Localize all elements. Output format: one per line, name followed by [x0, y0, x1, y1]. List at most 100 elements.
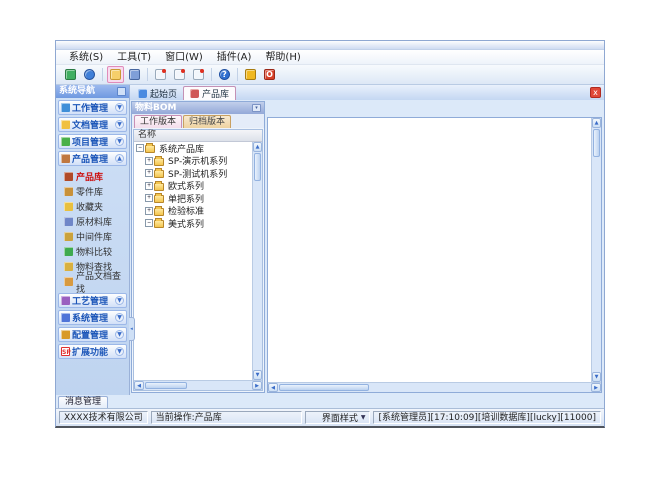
- close-tab-button[interactable]: x: [590, 87, 601, 98]
- expand-icon[interactable]: +: [145, 157, 153, 165]
- tree-vertical-scrollbar[interactable]: ▲ ▼: [252, 142, 262, 380]
- sidebar-section-document-management[interactable]: 文档管理▼: [58, 117, 127, 132]
- menu-item-3[interactable]: 窗口(W): [158, 51, 210, 64]
- expand-icon[interactable]: +: [145, 207, 153, 215]
- tab-product-library[interactable]: 产品库: [183, 86, 236, 100]
- sidebar-item-intermediate-library[interactable]: 中间件库: [62, 229, 127, 244]
- main-content: 系统导航 工作管理▼文档管理▼项目管理▼产品管理▲产品库零件库收藏夹原材料库中间…: [56, 85, 604, 395]
- folder-icon: [154, 170, 164, 178]
- table-horizontal-scrollbar[interactable]: ◀ ▶: [268, 382, 601, 392]
- bom-version-tabs: 工作版本归档版本: [132, 114, 264, 128]
- menu-item-4[interactable]: 插件(A): [210, 51, 259, 64]
- chevron-down-icon[interactable]: ▼: [115, 313, 124, 322]
- sidebar-item-raw-material-library[interactable]: 原材料库: [62, 214, 127, 229]
- message-manager-tab[interactable]: 消息管理: [58, 396, 108, 408]
- sidebar-item-product-doc-search[interactable]: 产品文档查找: [62, 274, 127, 289]
- folder-icon: [154, 158, 164, 166]
- close-form-icon: [193, 69, 204, 80]
- scroll-left-icon[interactable]: ◀: [134, 381, 144, 390]
- collapse-icon[interactable]: −: [145, 219, 153, 227]
- chevron-down-icon[interactable]: ▼: [115, 330, 124, 339]
- sidebar-item-material-compare[interactable]: 物料比较: [62, 244, 127, 259]
- chevron-down-icon[interactable]: ▼: [115, 137, 124, 146]
- sidebar-section-extended-functions[interactable]: SP扩展功能▼: [58, 344, 127, 359]
- sidebar-item-favorites[interactable]: 收藏夹: [62, 199, 127, 214]
- scrollbar-thumb[interactable]: [254, 153, 261, 181]
- scroll-right-icon[interactable]: ▶: [591, 383, 601, 392]
- tree-node[interactable]: +欧式系列: [134, 180, 252, 193]
- table-vertical-scrollbar[interactable]: ▲ ▼: [591, 118, 601, 382]
- open-form-button[interactable]: [171, 66, 188, 83]
- bom-panel-menu-button[interactable]: ▾: [252, 104, 261, 112]
- product-library-icon: [190, 89, 199, 98]
- menu-item-5[interactable]: 帮助(H): [258, 51, 307, 64]
- tree-node[interactable]: −美式系列: [134, 217, 252, 230]
- item-label: 产品文档查找: [76, 269, 127, 295]
- collapse-icon[interactable]: −: [136, 144, 144, 152]
- tree-node[interactable]: +检验标准: [134, 205, 252, 218]
- chevron-down-icon[interactable]: ▼: [115, 347, 124, 356]
- extended-functions-icon: SP: [61, 347, 70, 356]
- material-search-icon: [64, 262, 73, 271]
- open-form-icon: [174, 69, 185, 80]
- sidebar-item-part-library[interactable]: 零件库: [62, 184, 127, 199]
- sidebar-section-work-management[interactable]: 工作管理▼: [58, 100, 127, 115]
- scroll-down-icon[interactable]: ▼: [592, 372, 601, 382]
- intermediate-library-icon: [64, 232, 73, 241]
- chevron-up-icon[interactable]: ▲: [115, 154, 124, 163]
- lock-button[interactable]: [242, 66, 259, 83]
- ui-style-label: 界面样式: [322, 411, 358, 424]
- tree-node[interactable]: + 单把系列: [134, 192, 252, 205]
- scrollbar-thumb[interactable]: [279, 384, 369, 391]
- section-label: 扩展功能: [72, 345, 115, 358]
- sidebar-section-product-management[interactable]: 产品管理▲: [58, 151, 127, 166]
- bom-tab-archived-version[interactable]: 归档版本: [183, 115, 231, 128]
- scroll-down-icon[interactable]: ▼: [253, 370, 262, 380]
- datagrid-button[interactable]: [126, 66, 143, 83]
- tree-node-label: 单把系列: [166, 192, 206, 205]
- sidebar-section-system-management[interactable]: 系统管理▼: [58, 310, 127, 325]
- toolbar-separator: [102, 68, 103, 81]
- close-form-button[interactable]: [190, 66, 207, 83]
- tree-horizontal-scrollbar[interactable]: ◀ ▶: [134, 380, 262, 390]
- open-folder-icon: [110, 69, 121, 80]
- bom-tab-working-version[interactable]: 工作版本: [134, 115, 182, 128]
- expand-icon[interactable]: +: [145, 169, 153, 177]
- window-titlebar[interactable]: [56, 41, 604, 50]
- start-page-icon: [138, 89, 147, 98]
- tree-node[interactable]: +SP-演示机系列: [134, 155, 252, 168]
- sidebar-section-process-management[interactable]: 工艺管理▼: [58, 293, 127, 308]
- scroll-up-icon[interactable]: ▲: [253, 142, 262, 152]
- navigator-menu-icon[interactable]: [117, 87, 126, 96]
- screen-button[interactable]: [62, 66, 79, 83]
- scrollbar-thumb[interactable]: [593, 129, 600, 157]
- help-button[interactable]: ?: [216, 66, 233, 83]
- chevron-down-icon[interactable]: ▼: [115, 296, 124, 305]
- tree-node[interactable]: −系统产品库: [134, 142, 252, 155]
- ui-style-dropdown[interactable]: 界面样式 ▼: [305, 411, 371, 424]
- expand-icon[interactable]: +: [145, 182, 153, 190]
- lock-icon: [245, 69, 256, 80]
- chevron-down-icon[interactable]: ▼: [115, 103, 124, 112]
- scroll-up-icon[interactable]: ▲: [592, 118, 601, 128]
- folder-icon: [154, 195, 164, 203]
- globe-button[interactable]: [81, 66, 98, 83]
- sidebar-section-config-management[interactable]: 配置管理▼: [58, 327, 127, 342]
- new-form-button[interactable]: [152, 66, 169, 83]
- tree-column-header[interactable]: 名称: [134, 130, 262, 142]
- chevron-down-icon[interactable]: ▼: [115, 120, 124, 129]
- open-folder-button[interactable]: [107, 66, 124, 83]
- sidebar-item-product-library[interactable]: 产品库: [62, 169, 127, 184]
- exit-button[interactable]: O: [261, 66, 278, 83]
- scrollbar-thumb[interactable]: [145, 382, 187, 389]
- expand-icon[interactable]: +: [145, 194, 153, 202]
- sidebar-section-project-management[interactable]: 项目管理▼: [58, 134, 127, 149]
- menu-item-2[interactable]: 工具(T): [110, 51, 158, 64]
- scroll-left-icon[interactable]: ◀: [268, 383, 278, 392]
- menu-item-1[interactable]: 系统(S): [62, 51, 110, 64]
- work-area: 起始页产品库x 物料BOM ▾ 工作版本归档版本 名称 −系统产品库+SP-演示…: [130, 85, 604, 395]
- tree-node[interactable]: +SP-测试机系列: [134, 167, 252, 180]
- sidebar-collapse-button[interactable]: ◂: [129, 317, 135, 341]
- tab-start-page[interactable]: 起始页: [132, 86, 183, 100]
- scroll-right-icon[interactable]: ▶: [252, 381, 262, 390]
